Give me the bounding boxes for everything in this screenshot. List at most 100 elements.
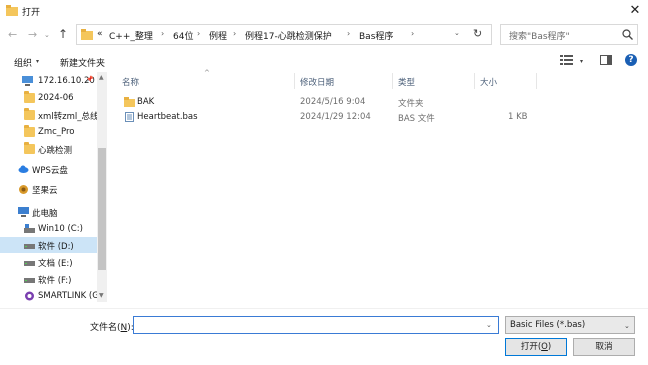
sidebar-item-drive-c[interactable]: Win10 (C:) <box>0 221 97 237</box>
filename-field[interactable] <box>133 316 499 334</box>
sidebar-item-label: 坚果云 <box>32 186 58 196</box>
sidebar-item-label: 此电脑 <box>32 209 58 219</box>
sidebar-item-this-pc[interactable]: 此电脑 <box>0 204 97 220</box>
address-history-dropdown[interactable]: ⌄ <box>454 29 460 37</box>
breadcrumb-item[interactable]: 例程17-心跳检测保护 <box>245 29 332 42</box>
sidebar-item-label: 心跳检测 <box>38 146 73 156</box>
cloud-icon <box>18 165 29 173</box>
folder-icon <box>24 125 35 137</box>
breadcrumb-separator[interactable]: › <box>233 29 236 38</box>
column-divider[interactable] <box>536 73 537 89</box>
filetype-value: Basic Files (*.bas) <box>510 320 586 330</box>
system-drive-icon <box>24 224 35 233</box>
app-icon <box>6 5 18 16</box>
folder-icon <box>124 97 135 107</box>
file-type: BAS 文件 <box>398 114 435 124</box>
window-title: 打开 <box>22 8 41 18</box>
column-header-date[interactable]: 修改日期 <box>300 76 334 88</box>
breadcrumb-separator[interactable]: › <box>347 29 350 38</box>
breadcrumb-separator[interactable]: › <box>161 29 164 38</box>
breadcrumb-separator[interactable]: › <box>411 29 414 38</box>
address-bar[interactable]: « C++_整理 › 64位 › 例程 › 例程17-心跳检测保护 › Bas程… <box>76 24 492 45</box>
scroll-up-arrow-icon[interactable]: ▲ <box>99 74 104 81</box>
folder-icon <box>24 142 35 154</box>
navigation-pane[interactable]: 172.16.10.20 📌 2024-06 xml转zml_总线B Zmc_P… <box>0 72 108 302</box>
column-divider[interactable] <box>392 73 393 89</box>
sidebar-item-label: WPS云盘 <box>32 166 68 176</box>
document-icon <box>125 112 134 122</box>
file-type: 文件夹 <box>398 99 424 109</box>
open-button[interactable]: 打开(O) <box>505 338 567 356</box>
breadcrumb-item[interactable]: 64位 <box>173 29 193 42</box>
close-button[interactable]: ✕ <box>626 2 644 20</box>
pin-icon[interactable]: 📌 <box>86 76 93 83</box>
sidebar-item-label: 2024-06 <box>38 93 74 103</box>
file-name: Heartbeat.bas <box>137 112 198 122</box>
file-name: BAK <box>137 97 155 107</box>
drive-icon <box>24 278 35 283</box>
title-bar <box>0 0 648 22</box>
breadcrumb-item[interactable]: 例程 <box>209 29 227 42</box>
sidebar-item-nutstore[interactable]: 坚果云 <box>0 181 97 197</box>
sidebar-item-drive-g[interactable]: SMARTLINK (G <box>0 288 97 302</box>
sidebar-scroll-thumb[interactable] <box>98 148 106 270</box>
column-header-type[interactable]: 类型 <box>398 76 415 88</box>
folder-icon <box>81 29 93 40</box>
sidebar-item-drive-e[interactable]: 文档 (E:) <box>0 254 97 270</box>
back-button[interactable]: ← <box>8 28 22 42</box>
file-date: 2024/1/29 12:04 <box>300 112 371 122</box>
organize-button[interactable]: 组织 <box>14 56 32 69</box>
sidebar-item-label: 软件 (F:) <box>38 276 72 286</box>
divider <box>0 308 648 309</box>
organize-caret-icon[interactable]: ▾ <box>36 58 39 65</box>
folder-icon <box>24 108 35 120</box>
sort-ascending-icon: ^ <box>204 69 210 77</box>
file-row[interactable]: Heartbeat.bas 2024/1/29 12:04 BAS 文件 1 K… <box>118 110 538 125</box>
drive-icon <box>24 261 35 266</box>
sidebar-item-label: 软件 (D:) <box>38 242 74 252</box>
drive-icon <box>24 244 35 249</box>
scroll-down-arrow-icon[interactable]: ▼ <box>99 292 104 299</box>
search-input[interactable]: 搜索"Bas程序" <box>509 29 570 42</box>
view-options-caret-icon[interactable]: ▾ <box>580 58 583 65</box>
search-box[interactable]: 搜索"Bas程序" <box>500 24 638 45</box>
computer-icon <box>18 207 29 217</box>
forward-button[interactable]: → <box>28 28 42 42</box>
usb-drive-icon <box>25 291 34 301</box>
sidebar-item-label: 文档 (E:) <box>38 259 73 269</box>
refresh-button[interactable]: ↻ <box>473 27 482 40</box>
search-icon[interactable] <box>622 29 633 40</box>
sidebar-item-xml-zml[interactable]: xml转zml_总线B <box>0 107 97 123</box>
new-folder-button[interactable]: 新建文件夹 <box>60 56 105 69</box>
sidebar-item-zmc-pro[interactable]: Zmc_Pro <box>0 124 97 140</box>
preview-pane-icon[interactable] <box>600 55 612 65</box>
sidebar-item-drive-f[interactable]: 软件 (F:) <box>0 271 97 287</box>
breadcrumb-current[interactable]: Bas程序 <box>359 29 393 42</box>
chevron-down-icon[interactable]: ⌄ <box>624 322 630 330</box>
sidebar-item-label: xml转zml_总线B <box>38 112 97 122</box>
cancel-button[interactable]: 取消 <box>573 338 635 356</box>
view-options-icon[interactable] <box>560 55 573 65</box>
help-icon[interactable]: ? <box>625 54 637 66</box>
sidebar-item-2024-06[interactable]: 2024-06 <box>0 90 97 106</box>
column-divider[interactable] <box>294 73 295 89</box>
sidebar-item-network-location[interactable]: 172.16.10.20 📌 <box>0 73 97 89</box>
recent-locations-button[interactable]: ⌄ <box>44 31 54 41</box>
sidebar-item-wps-cloud[interactable]: WPS云盘 <box>0 161 97 177</box>
filetype-select[interactable]: Basic Files (*.bas) ⌄ <box>505 316 635 334</box>
column-header-name[interactable]: 名称 <box>122 76 139 88</box>
sidebar-item-drive-d[interactable]: 软件 (D:) <box>0 237 97 253</box>
up-button[interactable]: ↑ <box>58 27 72 41</box>
breadcrumb-item[interactable]: C++_整理 <box>109 29 153 42</box>
breadcrumb-overflow[interactable]: « <box>97 29 103 39</box>
file-row[interactable]: BAK 2024/5/16 9:04 文件夹 <box>118 95 538 110</box>
column-header-size[interactable]: 大小 <box>480 76 497 88</box>
filename-history-dropdown[interactable]: ⌄ <box>486 321 492 329</box>
file-size: 1 KB <box>508 112 528 122</box>
sidebar-item-heartbeat[interactable]: 心跳检测 <box>0 141 97 157</box>
file-date: 2024/5/16 9:04 <box>300 97 366 107</box>
network-computer-icon <box>22 76 33 86</box>
folder-icon <box>24 91 35 103</box>
column-divider[interactable] <box>474 73 475 89</box>
breadcrumb-separator[interactable]: › <box>197 29 200 38</box>
